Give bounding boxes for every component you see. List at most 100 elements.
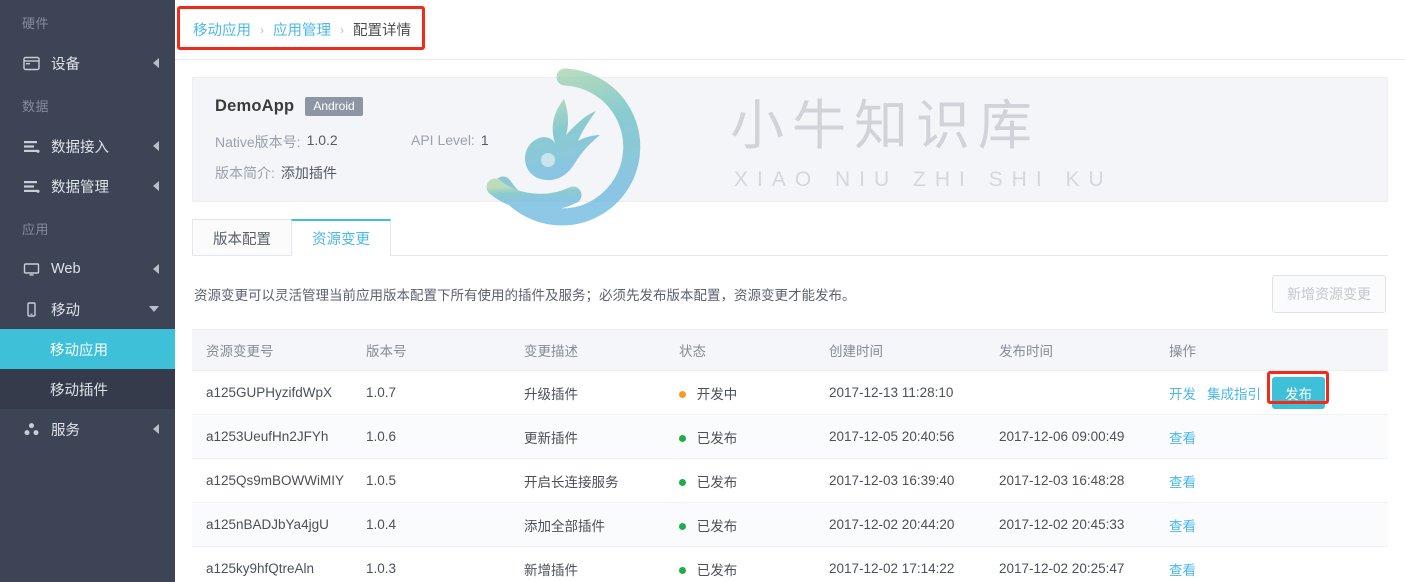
native-version-value: 1.0.2 <box>306 132 338 148</box>
cell-change-id: a125ky9hfQtreAln <box>192 546 352 582</box>
app-title-row: DemoApp Android <box>215 97 1365 116</box>
data-manage-icon <box>22 177 40 195</box>
op-link-view[interactable]: 查看 <box>1169 427 1196 447</box>
add-resource-change-button[interactable]: 新增资源变更 <box>1272 275 1386 313</box>
resource-change-description: 资源变更可以灵活管理当前应用版本配置下所有使用的插件及服务；必须先发布版本配置，… <box>194 288 856 303</box>
api-level-value: 1 <box>480 132 489 148</box>
column-header-status: 状态 <box>665 329 815 371</box>
breadcrumb-separator-icon: › <box>340 22 344 37</box>
status-badge: 已发布 <box>696 518 738 534</box>
tab-version-config[interactable]: 版本配置 <box>192 219 292 256</box>
sidebar-item-label: 设备 <box>51 56 80 73</box>
table-row: a125nBADJbYa4jgU 1.0.4 添加全部插件 已发布 2017-1… <box>192 502 1388 547</box>
sidebar-item-data-manage[interactable]: 数据管理 <box>0 166 175 206</box>
table-header-row: 资源变更号 版本号 变更描述 状态 创建时间 发布时间 操作 <box>192 329 1388 371</box>
sidebar-item-data-access[interactable]: 数据接入 <box>0 126 175 166</box>
sidebar-item-web[interactable]: Web <box>0 249 175 289</box>
sidebar-group-label-data: 数据 <box>22 99 50 114</box>
sidebar-item-mobile-plugin[interactable]: 移动插件 <box>0 369 175 409</box>
mobile-icon <box>22 300 40 318</box>
op-link-view[interactable]: 查看 <box>1169 515 1196 535</box>
cell-change-id: a125nBADJbYa4jgU <box>192 502 352 547</box>
table-row: a125GUPHyzifdWpX 1.0.7 升级插件 开发中 2017-12-… <box>192 370 1388 415</box>
native-version-label: Native版本号: <box>215 134 301 150</box>
device-icon <box>22 54 40 72</box>
sidebar-item-mobile-app[interactable]: 移动应用 <box>0 329 175 369</box>
cell-change-desc: 添加全部插件 <box>510 502 665 547</box>
sidebar-item-label: Web <box>51 261 81 277</box>
op-link-view[interactable]: 查看 <box>1169 559 1196 579</box>
tab-label: 资源变更 <box>312 232 370 248</box>
status-dot-published-icon <box>679 566 686 574</box>
breadcrumb-link-app-manage[interactable]: 应用管理 <box>273 19 331 40</box>
version-summary-value: 添加插件 <box>280 165 337 181</box>
cell-operations: 查看 <box>1155 502 1388 547</box>
table-row: a1253UeufHn2JFYh 1.0.6 更新插件 已发布 2017-12-… <box>192 414 1388 459</box>
chevron-right-icon <box>153 58 159 68</box>
status-badge: 已发布 <box>696 430 738 446</box>
sidebar-item-service[interactable]: 服务 <box>0 409 175 449</box>
table-body: a125GUPHyzifdWpX 1.0.7 升级插件 开发中 2017-12-… <box>192 370 1388 582</box>
cell-status: 已发布 <box>665 414 815 459</box>
column-header-published-at: 发布时间 <box>985 329 1155 371</box>
column-header-operations: 操作 <box>1155 329 1388 371</box>
cell-version: 1.0.5 <box>352 458 510 503</box>
description-bar: 资源变更可以灵活管理当前应用版本配置下所有使用的插件及服务；必须先发布版本配置，… <box>192 256 1388 329</box>
cell-published-at: 2017-12-03 16:48:28 <box>985 458 1155 503</box>
breadcrumb-current: 配置详情 <box>353 23 411 39</box>
table-row: a125ky9hfQtreAln 1.0.3 新增插件 已发布 2017-12-… <box>192 546 1388 582</box>
cell-operations: 开发 集成指引 发布 <box>1155 370 1388 415</box>
content: 小牛知识库 XIAO NIU ZHI SHI KU DemoApp Androi… <box>175 60 1405 582</box>
status-dot-dev-icon <box>679 390 686 398</box>
breadcrumb: 移动应用 › 应用管理 › 配置详情 <box>193 19 411 40</box>
cell-version: 1.0.6 <box>352 414 510 459</box>
sidebar-item-mobile[interactable]: 移动 <box>0 289 175 329</box>
op-link-view[interactable]: 查看 <box>1169 471 1196 491</box>
status-badge: 已发布 <box>696 474 738 490</box>
resource-change-table: 资源变更号 版本号 变更描述 状态 创建时间 发布时间 操作 a125GUPHy… <box>192 329 1388 582</box>
cell-published-at: 2017-12-02 20:45:33 <box>985 502 1155 547</box>
table-head: 资源变更号 版本号 变更描述 状态 创建时间 发布时间 操作 <box>192 329 1388 371</box>
tab-resource-change[interactable]: 资源变更 <box>291 219 391 256</box>
sidebar-subitem-label: 移动插件 <box>50 382 108 399</box>
sidebar-item-label: 移动 <box>51 302 80 319</box>
api-level-label: API Level: <box>411 132 475 148</box>
sidebar-subitem-label: 移动应用 <box>50 342 108 359</box>
cell-operations: 查看 <box>1155 458 1388 503</box>
platform-badge: Android <box>305 97 363 116</box>
sidebar-item-label: 服务 <box>51 422 80 439</box>
chevron-right-icon <box>153 424 159 434</box>
cell-operations: 查看 <box>1155 546 1388 582</box>
column-header-change-desc: 变更描述 <box>510 329 665 371</box>
column-header-version: 版本号 <box>352 329 510 371</box>
sidebar-item-device[interactable]: 设备 <box>0 43 175 83</box>
cell-status: 已发布 <box>665 502 815 547</box>
cell-operations: 查看 <box>1155 414 1388 459</box>
version-summary: 版本简介: 添加插件 <box>215 163 337 183</box>
op-link-develop[interactable]: 开发 <box>1169 383 1196 403</box>
chevron-down-icon <box>149 306 159 312</box>
publish-button[interactable]: 发布 <box>1272 376 1325 409</box>
column-header-change-id: 资源变更号 <box>192 329 352 371</box>
cell-status: 开发中 <box>665 370 815 415</box>
breadcrumb-link-mobile-app[interactable]: 移动应用 <box>193 19 251 40</box>
cell-change-desc: 升级插件 <box>510 370 665 415</box>
app-name: DemoApp <box>215 97 295 115</box>
cell-created-at: 2017-12-03 16:39:40 <box>815 458 985 503</box>
cell-change-id: a1253UeufHn2JFYh <box>192 414 352 459</box>
chevron-right-icon <box>153 264 159 274</box>
version-summary-label: 版本简介: <box>215 165 275 181</box>
cell-version: 1.0.3 <box>352 546 510 582</box>
sidebar-group-label-app: 应用 <box>22 222 50 237</box>
status-badge: 开发中 <box>696 386 738 402</box>
cell-published-at <box>985 370 1155 415</box>
cell-change-id: a125Qs9mBOWWiMIY <box>192 458 352 503</box>
api-level: API Level: 1 <box>411 132 489 152</box>
chevron-right-icon <box>153 141 159 151</box>
op-link-integration-guide[interactable]: 集成指引 <box>1207 383 1261 403</box>
cell-change-desc: 开启长连接服务 <box>510 458 665 503</box>
cell-created-at: 2017-12-13 11:28:10 <box>815 370 985 415</box>
sidebar-item-label: 数据接入 <box>51 139 109 156</box>
version-row: Native版本号: 1.0.2 API Level: 1 <box>215 132 1365 152</box>
status-dot-published-icon <box>679 522 686 530</box>
